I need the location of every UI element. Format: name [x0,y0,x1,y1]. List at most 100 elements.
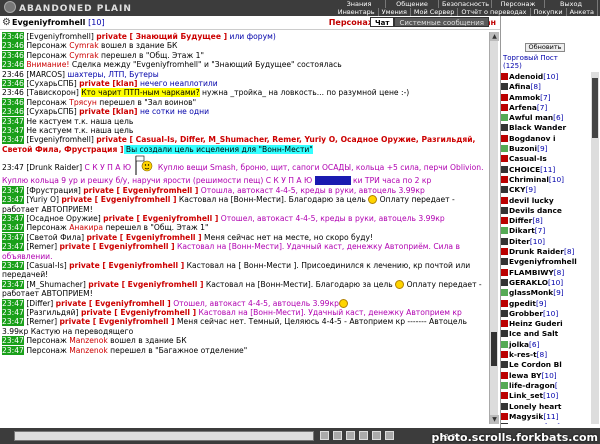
player-name[interactable]: private [ Evgeniyfromhell ] [87,233,202,242]
message-time[interactable]: 23:46 [2,79,24,89]
submenu-item[interactable]: Отчёт о переводах [458,8,531,16]
user-list-item[interactable]: Dikart[7] [501,226,591,236]
user-name[interactable]: glassMonk [509,288,553,297]
translit-icon[interactable] [333,431,342,440]
user-list-item[interactable]: Differ[8] [501,216,591,226]
user-list-item[interactable]: GERAKLO[10] [501,278,591,288]
user-list-item[interactable]: gpedit[9] [501,299,591,309]
message-time[interactable]: 23:47 [2,242,24,252]
user-name[interactable]: Heinz Guderi [509,319,563,328]
user-name[interactable]: Black Wander [509,123,566,132]
user-name[interactable]: Casual-Is [509,154,547,163]
user-list-scrollbar[interactable] [591,72,599,424]
message-time[interactable]: 23:47 [2,126,24,136]
player-name[interactable]: Cymrak [69,51,98,60]
user-name[interactable]: Link_set [509,391,543,400]
player-name[interactable]: Manzenok [69,346,108,355]
message-time[interactable]: 23:47 [2,279,24,289]
message-time[interactable]: 23:46 [2,41,24,51]
player-name[interactable]: Внимание! [26,60,72,69]
player-name[interactable]: private [ Evgeniyfromhell ] [59,242,174,251]
smiley-icon[interactable] [320,431,329,440]
user-name[interactable]: CHOICE [509,165,540,174]
user-name[interactable]: Arfena [509,103,537,112]
player-name[interactable]: private [ Evgeniyfromhell ] [83,186,198,195]
user-list-item[interactable]: life-dragon[ [501,381,591,391]
message-time[interactable]: 23:47 [2,135,24,145]
user-name[interactable]: Grobber [509,309,543,318]
player-name[interactable]: private [ Evgeniyfromhell ] [56,299,171,308]
user-name[interactable]: life-dragon [509,381,555,390]
user-list-item[interactable]: CHOICE[11] [501,165,591,175]
user-list-item[interactable]: devil lucky [501,196,591,206]
player-name[interactable]: Cymrak [69,41,98,50]
user-name[interactable]: gpedit [509,299,536,308]
message-time[interactable]: 23:47 [2,336,24,346]
message-time[interactable]: 23:46 [2,32,24,41]
player-name[interactable]: Manzenok [69,336,108,345]
user-list-item[interactable]: Casual-Is [501,154,591,164]
tab-chat[interactable]: Чат [370,17,395,27]
message-time[interactable]: 23:47 [2,307,24,317]
user-list-item[interactable]: MARCOS[10] [501,422,591,424]
user-list-item[interactable]: jolka[6] [501,340,591,350]
message-time[interactable]: 23:46 [2,50,24,60]
user-list-item[interactable]: Devils dance [501,206,591,216]
user-list-item[interactable]: Bogdanov i [501,134,591,144]
player-name[interactable]: private [ Evgeniyfromhell ] [103,214,218,223]
message-time[interactable]: 23:46 [2,97,24,107]
user-list-item[interactable]: Adenoid[10] [501,72,591,82]
player-name[interactable]: Анакира [69,223,103,232]
user-name[interactable]: Dikart [509,226,535,235]
tab-system-messages[interactable]: Системные сообщения [394,17,489,27]
user-name[interactable]: Afina [509,82,530,91]
user-list-item[interactable]: Buzoni[9] [501,144,591,154]
filter-icon[interactable] [359,431,368,440]
user-name[interactable]: Chriminal [509,175,549,184]
message-time[interactable]: 23:47 [2,163,24,172]
player-name[interactable]: private [ Знающий Будущее ] [96,32,227,41]
user-name[interactable]: Bogdanov i [509,134,556,143]
submenu-item[interactable]: Покупки [531,8,567,16]
player-name[interactable]: private [ Evgeniyfromhell ] [59,317,174,326]
player-name[interactable]: private [ Evgeniyfromhell ] [88,280,203,289]
user-name[interactable]: Lonely heart [509,402,561,411]
scroll-down-icon[interactable]: ▼ [490,415,499,424]
menu-item[interactable]: Безопасность [439,0,492,8]
user-list-scroll-thumb[interactable] [592,78,598,138]
message-time[interactable]: 23:47 [2,260,24,270]
user-list-item[interactable]: glassMonk[9] [501,288,591,298]
message-time[interactable]: 23:47 [2,223,24,233]
menu-item[interactable]: Персонаж [492,0,545,8]
message-time[interactable]: 23:47 [2,345,24,355]
user-list-item[interactable]: k-res-t[8] [501,350,591,360]
menu-item[interactable]: Знания [333,0,386,8]
user-list-item[interactable]: Link_set[10] [501,391,591,401]
player-name[interactable]: private [ Evgeniyfromhell ] [69,261,184,270]
user-list-item[interactable]: Heinz Guderi [501,319,591,329]
menu-item[interactable]: Общение [386,0,439,8]
player-name[interactable]: Трясун [69,98,97,107]
user-name[interactable]: Le Cordon Bl [509,360,562,369]
user-list-item[interactable]: Diter[10] [501,237,591,247]
sound-icon[interactable] [372,431,381,440]
gear-icon[interactable]: ⚙ [2,18,11,28]
user-name[interactable]: MARCOS [509,422,545,424]
user-list-item[interactable]: Evgeniyfromhell [501,257,591,267]
user-name[interactable]: Magysik [509,412,543,421]
message-time[interactable]: 23:46 [2,88,24,97]
user-name[interactable]: Drunk Raider [509,247,564,256]
chat-scrollbar[interactable]: ▲ ▼ [489,32,499,424]
user-name[interactable]: devil lucky [509,196,554,205]
scroll-up-icon[interactable]: ▲ [490,32,499,41]
user-name[interactable]: Adenoid [509,72,543,81]
user-list-item[interactable]: FLAMBIWY[8] [501,268,591,278]
user-list-item[interactable]: Afina[8] [501,82,591,92]
user-name[interactable]: Diter [509,237,530,246]
message-time[interactable]: 23:47 [2,116,24,126]
user-list-item[interactable]: Grobber[10] [501,309,591,319]
user-name[interactable]: Awful man [509,113,553,122]
chat-input[interactable] [14,431,314,441]
message-time[interactable]: 23:47 [2,195,24,205]
scroll-thumb[interactable] [491,332,497,366]
